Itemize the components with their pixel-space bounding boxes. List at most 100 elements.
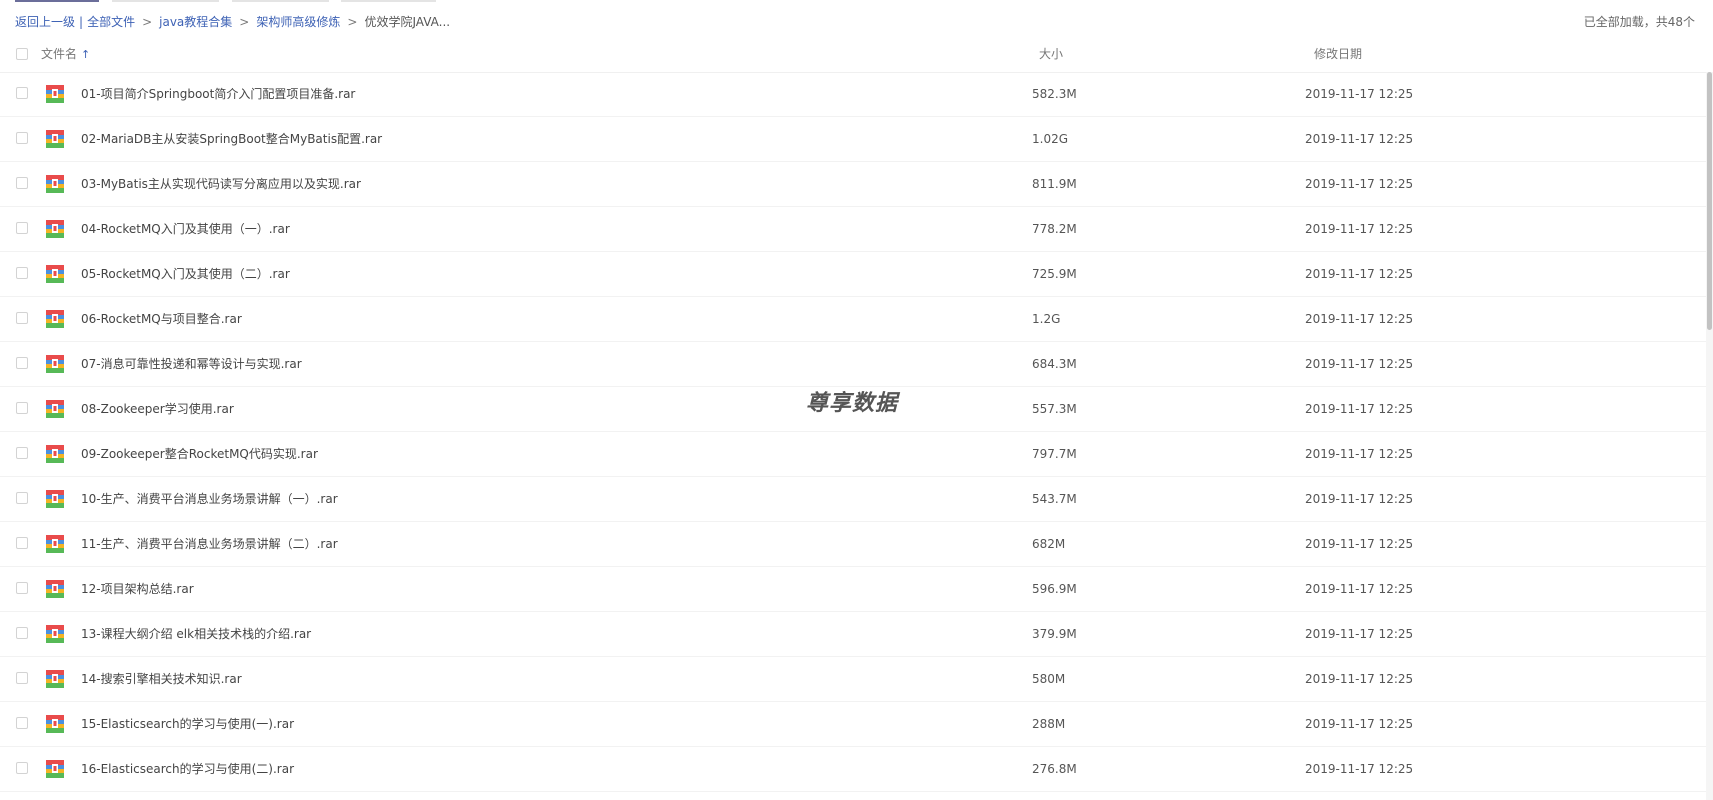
file-row[interactable]: 09-Zookeeper整合RocketMQ代码实现.rar 797.7M 2019… <box>0 432 1708 477</box>
file-row-checkbox[interactable] <box>16 447 28 459</box>
select-all-checkbox[interactable] <box>16 48 28 60</box>
rar-archive-icon <box>45 174 65 194</box>
file-name[interactable]: 08-Zookeeper学习使用.rar <box>81 387 234 431</box>
breadcrumb-item-architect[interactable]: 架构师高级修炼 <box>256 10 340 34</box>
file-name[interactable]: 04-RocketMQ入门及其使用（一）.rar <box>81 207 290 251</box>
file-size: 582.3M <box>1032 87 1077 101</box>
file-modified-date: 2019-11-17 12:25 <box>1305 717 1414 731</box>
file-row[interactable]: 01-项目简介Springboot简介入门配置项目准备.rar 582.3M 201… <box>0 72 1708 117</box>
file-row-checkbox[interactable] <box>16 492 28 504</box>
file-row-checkbox[interactable] <box>16 537 28 549</box>
file-modified-date: 2019-11-17 12:25 <box>1305 267 1414 281</box>
file-row-checkbox[interactable] <box>16 672 28 684</box>
file-row[interactable]: 12-项目架构总结.rar 596.9M 2019-11-17 12:25 <box>0 567 1708 612</box>
file-row[interactable]: 05-RocketMQ入门及其使用（二）.rar 725.9M 2019-11-17… <box>0 252 1708 297</box>
file-size: 276.8M <box>1032 762 1077 776</box>
file-row[interactable]: 07-消息可靠性投递和幂等设计与实现.rar 684.3M 2019-11-17 1… <box>0 342 1708 387</box>
breadcrumb-separator: > <box>239 15 250 29</box>
file-name[interactable]: 03-MyBatis主从实现代码读写分离应用以及实现.rar <box>81 162 361 206</box>
file-name[interactable]: 15-Elasticsearch的学习与使用(一).rar <box>81 702 294 746</box>
tab-stub <box>15 0 99 2</box>
file-modified-date: 2019-11-17 12:25 <box>1305 177 1414 191</box>
file-row-checkbox[interactable] <box>16 402 28 414</box>
rar-archive-icon <box>45 489 65 509</box>
tab-stub <box>341 0 436 2</box>
file-row-checkbox[interactable] <box>16 717 28 729</box>
file-row[interactable]: 06-RocketMQ与项目整合.rar 1.2G 2019-11-17 12:25 <box>0 297 1708 342</box>
column-header-size[interactable]: 大小 <box>1039 40 1063 68</box>
file-modified-date: 2019-11-17 12:25 <box>1305 627 1414 641</box>
column-header-name[interactable]: 文件名 ↑ <box>41 40 90 69</box>
file-row-checkbox[interactable] <box>16 87 28 99</box>
file-size: 288M <box>1032 717 1066 731</box>
file-row-checkbox[interactable] <box>16 222 28 234</box>
rar-archive-icon <box>45 534 65 554</box>
file-name[interactable]: 13-课程大纲介绍 elk相关技术栈的介绍.rar <box>81 612 311 656</box>
rar-archive-icon <box>45 354 65 374</box>
file-row-checkbox[interactable] <box>16 267 28 279</box>
file-name[interactable]: 10-生产、消费平台消息业务场景讲解（一）.rar <box>81 477 338 521</box>
file-size: 1.02G <box>1032 132 1069 146</box>
file-modified-date: 2019-11-17 12:25 <box>1305 357 1414 371</box>
file-name[interactable]: 16-Elasticsearch的学习与使用(二).rar <box>81 747 294 791</box>
file-row-checkbox[interactable] <box>16 312 28 324</box>
back-link[interactable]: 返回上一级 <box>15 10 75 34</box>
file-modified-date: 2019-11-17 12:25 <box>1305 582 1414 596</box>
rar-archive-icon <box>45 84 65 104</box>
file-name[interactable]: 12-项目架构总结.rar <box>81 567 194 611</box>
watermark: 尊享数据 <box>806 391 899 416</box>
scrollbar-thumb[interactable] <box>1707 72 1712 330</box>
file-row[interactable]: 03-MyBatis主从实现代码读写分离应用以及实现.rar 811.9M 2019… <box>0 162 1708 207</box>
rar-archive-icon <box>45 309 65 329</box>
sort-ascending-icon[interactable]: ↑ <box>81 48 90 61</box>
file-row[interactable]: 10-生产、消费平台消息业务场景讲解（一）.rar 543.7M 2019-11-1… <box>0 477 1708 522</box>
file-modified-date: 2019-11-17 12:25 <box>1305 87 1414 101</box>
file-row[interactable]: 11-生产、消费平台消息业务场景讲解（二）.rar 682M 2019-11-17 … <box>0 522 1708 567</box>
rar-archive-icon <box>45 624 65 644</box>
file-size: 811.9M <box>1032 177 1077 191</box>
breadcrumb: 返回上一级 | 全部文件 > java教程合集 > 架构师高级修炼 > 优效学院JAVA... <box>15 10 450 34</box>
file-row-checkbox[interactable] <box>16 357 28 369</box>
file-table-header: 文件名 ↑ 大小 修改日期 <box>0 40 1708 73</box>
file-row[interactable]: 15-Elasticsearch的学习与使用(一).rar 288M 2019-11… <box>0 702 1708 747</box>
breadcrumb-pipe: | <box>79 15 84 29</box>
rar-archive-icon <box>45 129 65 149</box>
file-row[interactable]: 16-Elasticsearch的学习与使用(二).rar 276.8M 2019-… <box>0 747 1708 792</box>
breadcrumb-separator: > <box>347 15 358 29</box>
file-row-checkbox[interactable] <box>16 132 28 144</box>
file-row[interactable]: 02-MariaDB主从安装SpringBoot整合MyBatis配置.rar 1… <box>0 117 1708 162</box>
column-header-date[interactable]: 修改日期 <box>1314 40 1362 68</box>
breadcrumb-item-java-collection[interactable]: java教程合集 <box>159 10 232 34</box>
file-name[interactable]: 06-RocketMQ与项目整合.rar <box>81 297 242 341</box>
rar-archive-icon <box>45 444 65 464</box>
file-row-checkbox[interactable] <box>16 627 28 639</box>
file-name[interactable]: 09-Zookeeper整合RocketMQ代码实现.rar <box>81 432 318 476</box>
file-row-checkbox[interactable] <box>16 762 28 774</box>
file-row-checkbox[interactable] <box>16 177 28 189</box>
breadcrumb-item-all-files[interactable]: 全部文件 <box>87 10 135 34</box>
tab-stub <box>112 0 219 2</box>
rar-archive-icon <box>45 714 65 734</box>
rar-archive-icon <box>45 399 65 419</box>
file-size: 797.7M <box>1032 447 1077 461</box>
rar-archive-icon <box>45 219 65 239</box>
file-row[interactable]: 04-RocketMQ入门及其使用（一）.rar 778.2M 2019-11-17… <box>0 207 1708 252</box>
file-name[interactable]: 05-RocketMQ入门及其使用（二）.rar <box>81 252 290 296</box>
file-size: 682M <box>1032 537 1066 551</box>
file-size: 725.9M <box>1032 267 1077 281</box>
file-name[interactable]: 07-消息可靠性投递和幂等设计与实现.rar <box>81 342 302 386</box>
file-size: 596.9M <box>1032 582 1077 596</box>
tab-bar-remnant <box>0 0 1713 3</box>
file-row-checkbox[interactable] <box>16 582 28 594</box>
file-row[interactable]: 13-课程大纲介绍 elk相关技术栈的介绍.rar 379.9M 2019-11-1… <box>0 612 1708 657</box>
file-modified-date: 2019-11-17 12:25 <box>1305 222 1414 236</box>
file-name[interactable]: 14-搜索引擎相关技术知识.rar <box>81 657 242 701</box>
file-modified-date: 2019-11-17 12:25 <box>1305 402 1414 416</box>
file-name[interactable]: 02-MariaDB主从安装SpringBoot整合MyBatis配置.rar <box>81 117 382 161</box>
file-name[interactable]: 01-项目简介Springboot简介入门配置项目准备.rar <box>81 72 355 116</box>
file-name[interactable]: 11-生产、消费平台消息业务场景讲解（二）.rar <box>81 522 338 566</box>
file-size: 379.9M <box>1032 627 1077 641</box>
file-row[interactable]: 14-搜索引擎相关技术知识.rar 580M 2019-11-17 12:25 <box>0 657 1708 702</box>
file-size: 580M <box>1032 672 1066 686</box>
file-modified-date: 2019-11-17 12:25 <box>1305 537 1414 551</box>
